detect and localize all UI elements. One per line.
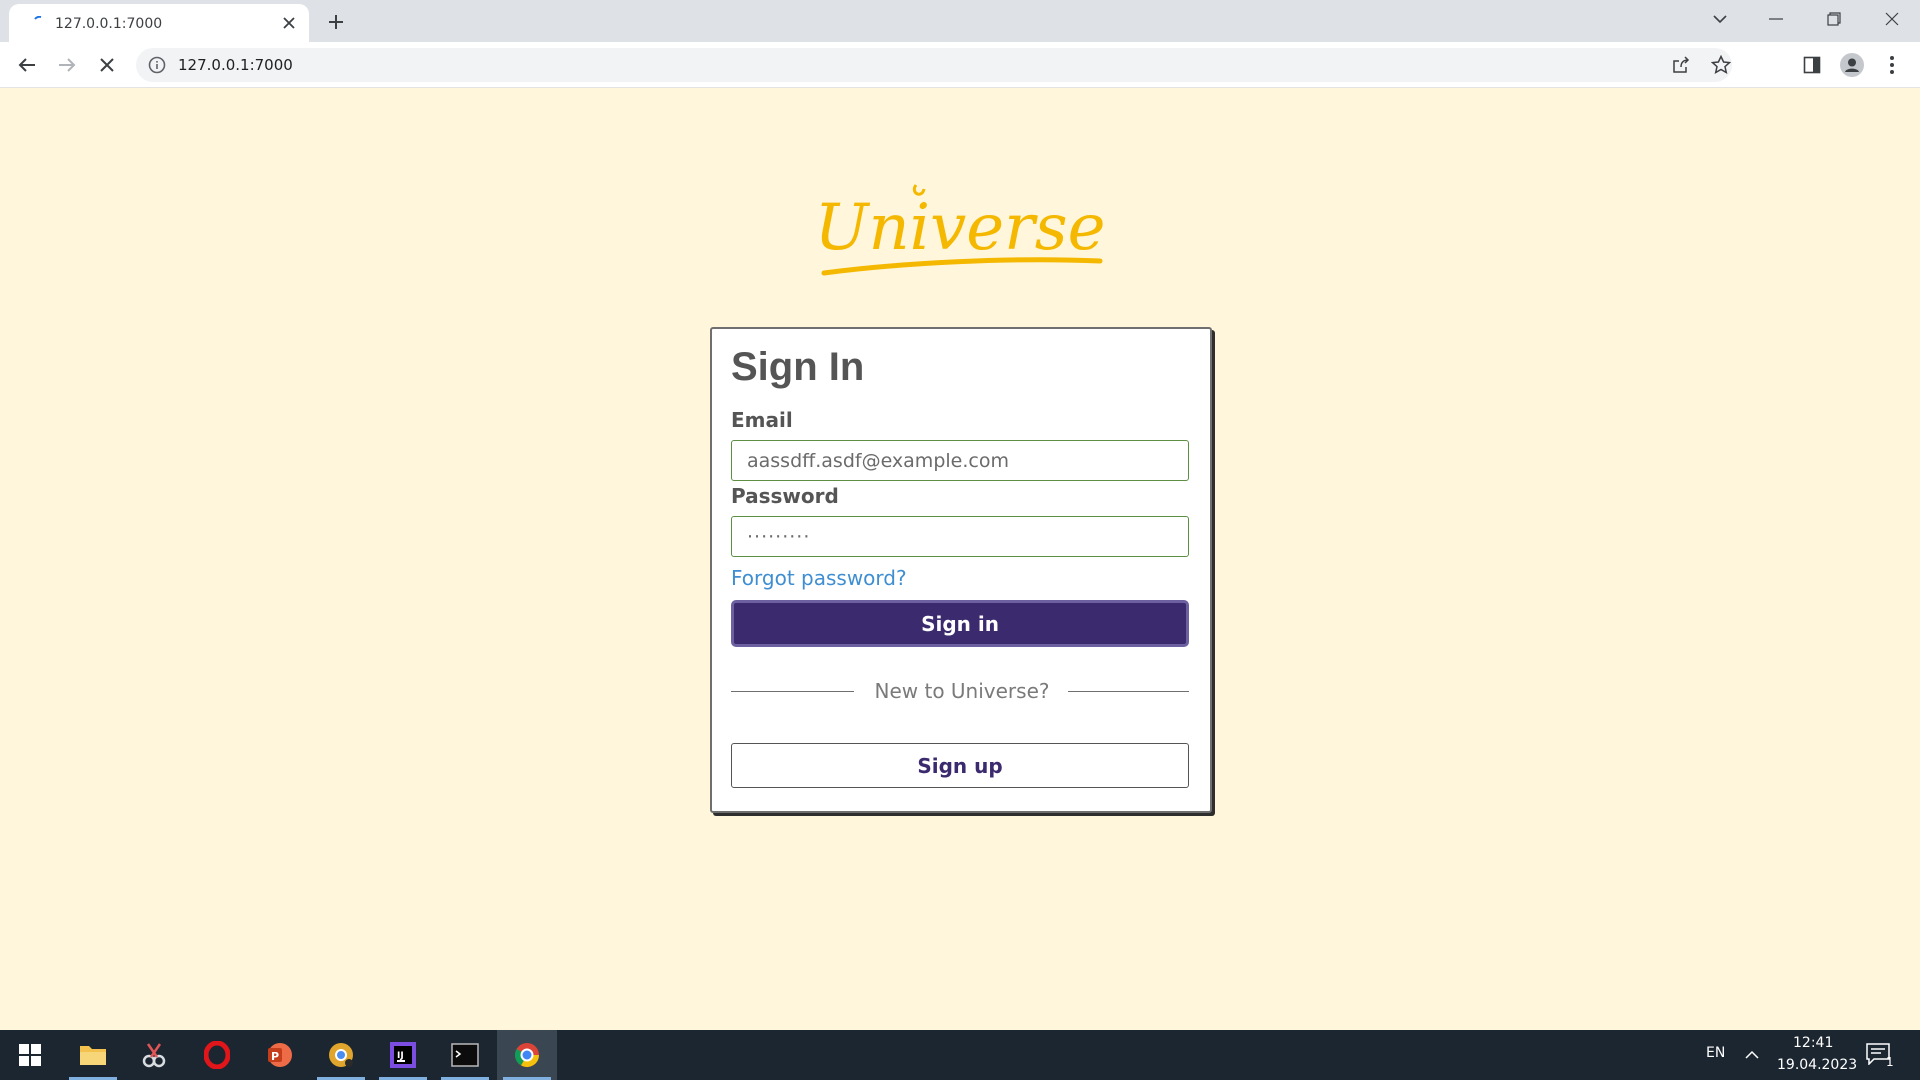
taskbar: P IJ EN 12:41 19.04.2023 1	[0, 1030, 1920, 1080]
divider-line-right	[1068, 691, 1189, 692]
file-explorer-icon[interactable]	[63, 1030, 123, 1080]
site-info-icon[interactable]	[148, 56, 166, 74]
password-label: Password	[731, 484, 839, 508]
signin-button[interactable]: Sign in	[731, 600, 1189, 647]
chevron-up-icon[interactable]	[1742, 1044, 1762, 1064]
email-label: Email	[731, 408, 793, 432]
profile-avatar-icon[interactable]	[1838, 51, 1866, 79]
bookmark-star-icon[interactable]	[1709, 53, 1733, 77]
clock-time[interactable]: 12:41	[1793, 1035, 1833, 1051]
chrome-icon[interactable]	[497, 1030, 557, 1080]
browser-toolbar: 127.0.0.1:7000	[0, 42, 1920, 88]
side-panel-icon[interactable]	[1798, 51, 1826, 79]
terminal-icon[interactable]	[435, 1030, 495, 1080]
stop-loading-icon[interactable]	[91, 49, 123, 81]
opera-icon[interactable]	[187, 1030, 247, 1080]
restore-icon[interactable]	[1806, 0, 1862, 38]
intellij-icon[interactable]: IJ	[373, 1030, 433, 1080]
browser-tab[interactable]: 127.0.0.1:7000	[9, 4, 309, 42]
divider-line-left	[731, 691, 854, 692]
tab-strip: 127.0.0.1:7000	[0, 0, 1920, 42]
back-arrow-icon[interactable]	[11, 49, 43, 81]
divider-text: New to Universe?	[874, 679, 1050, 703]
notification-count: 1	[1886, 1055, 1894, 1069]
menu-dots-icon[interactable]	[1878, 51, 1906, 79]
address-bar[interactable]: 127.0.0.1:7000	[136, 48, 1732, 82]
page-content: Universe Sign In Email Password Forgot p…	[0, 89, 1920, 1030]
forgot-password-link[interactable]: Forgot password?	[731, 566, 907, 590]
signin-card: Sign In Email Password Forgot password? …	[710, 327, 1212, 813]
close-window-icon[interactable]	[1864, 0, 1920, 38]
new-tab-icon[interactable]	[322, 9, 350, 35]
language-indicator[interactable]: EN	[1706, 1045, 1725, 1061]
notification-center-icon[interactable]: 1	[1866, 1043, 1896, 1069]
tab-close-icon[interactable]	[279, 13, 299, 33]
clock-date[interactable]: 19.04.2023	[1777, 1057, 1857, 1073]
start-windows-icon[interactable]	[0, 1030, 60, 1080]
snipping-tool-icon[interactable]	[124, 1030, 184, 1080]
logo-text: Universe	[815, 191, 1106, 265]
page-title: Sign In	[731, 345, 865, 389]
universe-logo: Universe	[815, 184, 1106, 276]
tab-title: 127.0.0.1:7000	[55, 16, 163, 32]
loading-icon	[34, 16, 42, 20]
chrome-canary-icon[interactable]	[311, 1030, 371, 1080]
minimize-icon[interactable]	[1748, 0, 1804, 38]
password-field[interactable]	[731, 516, 1189, 557]
svg-text:P: P	[271, 1050, 279, 1063]
signup-button[interactable]: Sign up	[731, 743, 1189, 788]
url-text: 127.0.0.1:7000	[178, 56, 293, 74]
email-field[interactable]	[731, 440, 1189, 481]
tab-search-icon[interactable]	[1692, 0, 1748, 38]
svg-text:IJ: IJ	[397, 1051, 404, 1061]
powerpoint-icon[interactable]: P	[249, 1030, 309, 1080]
share-icon[interactable]	[1669, 53, 1693, 77]
forward-arrow-icon[interactable]	[51, 49, 83, 81]
